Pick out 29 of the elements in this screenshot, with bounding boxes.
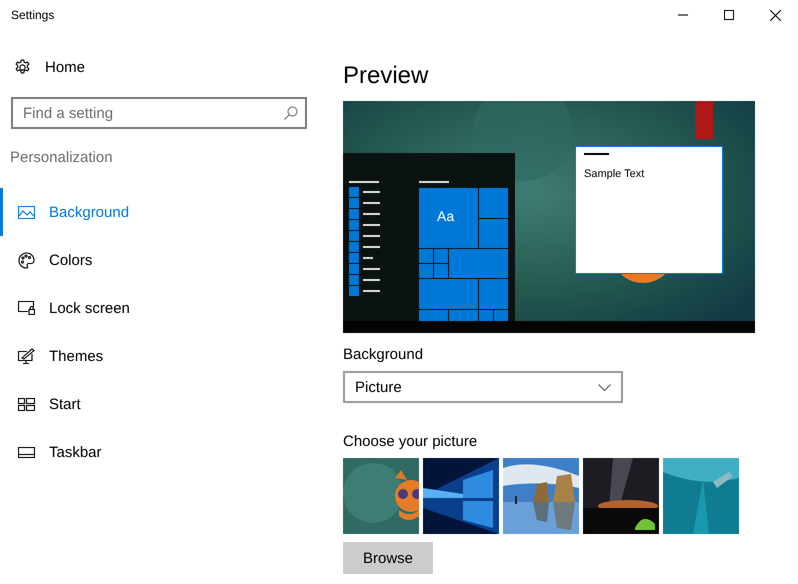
minimize-icon: [678, 14, 688, 16]
chevron-down-icon: [598, 384, 611, 390]
close-icon: [770, 10, 780, 20]
nav-item[interactable]: Lock screen: [0, 284, 320, 332]
home-link[interactable]: Home: [0, 49, 86, 85]
section-heading: Personalization: [10, 149, 114, 166]
search-field[interactable]: Find a setting: [11, 97, 307, 129]
page-heading: Preview: [343, 62, 430, 90]
lock-screen-icon: [18, 301, 34, 315]
background-dropdown[interactable]: Picture: [343, 371, 623, 403]
taskbar-icon: [18, 446, 34, 458]
nav-item[interactable]: Colors: [0, 236, 320, 284]
sample-text: Sample Text: [584, 168, 646, 180]
window-title: Settings: [11, 8, 54, 22]
themes-icon: [18, 348, 34, 364]
nav-item[interactable]: Background: [0, 188, 320, 236]
picture-icon: [18, 206, 34, 218]
gear-icon: [14, 58, 31, 76]
field-label: Choose your picture: [343, 433, 478, 450]
browse-button[interactable]: Browse: [343, 542, 433, 574]
nav-item[interactable]: Start: [0, 380, 320, 428]
palette-icon: [18, 252, 34, 268]
start-icon: [18, 398, 34, 410]
search-icon: [284, 106, 298, 120]
nav-item[interactable]: Taskbar: [0, 428, 320, 476]
maximize-icon: [724, 10, 734, 20]
tile-label: Aa: [437, 208, 454, 224]
field-label: Background: [343, 346, 424, 363]
nav-item[interactable]: Themes: [0, 332, 320, 380]
